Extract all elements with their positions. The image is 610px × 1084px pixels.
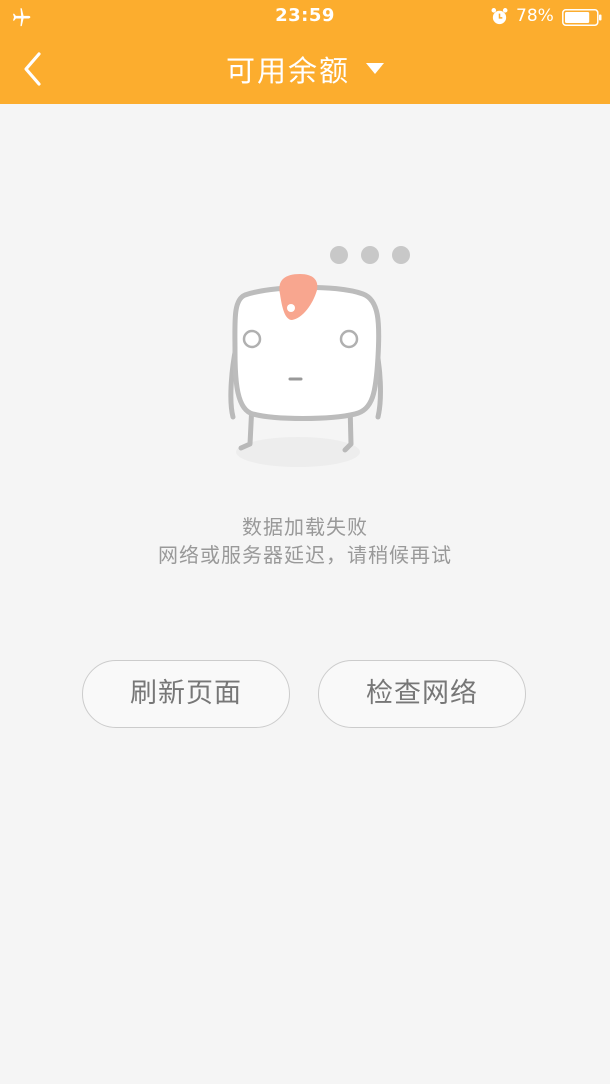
battery-percent: 78% [516,6,554,26]
title-dropdown[interactable]: 可用余额 [0,48,610,90]
page-title: 可用余额 [225,54,350,88]
status-bar: 23:59 78% [0,0,610,34]
error-title: 数据加载失败 [242,515,368,539]
mascot-left-eye [242,329,262,349]
mascot-shadow [236,437,360,467]
caret-down-icon [366,63,384,74]
alarm-icon [491,8,508,25]
mascot-right-eye [339,329,359,349]
check-network-button[interactable]: 检查网络 [318,660,526,728]
nav-bar: 可用余额 [0,34,610,104]
refresh-page-button[interactable]: 刷新页面 [82,660,290,728]
battery-icon [562,9,602,26]
loading-dots-icon [330,246,410,264]
error-message: 网络或服务器延迟，请稍候再试 [158,543,452,567]
header: 23:59 78% 可用余额 [0,0,610,104]
error-illustration [228,246,410,467]
